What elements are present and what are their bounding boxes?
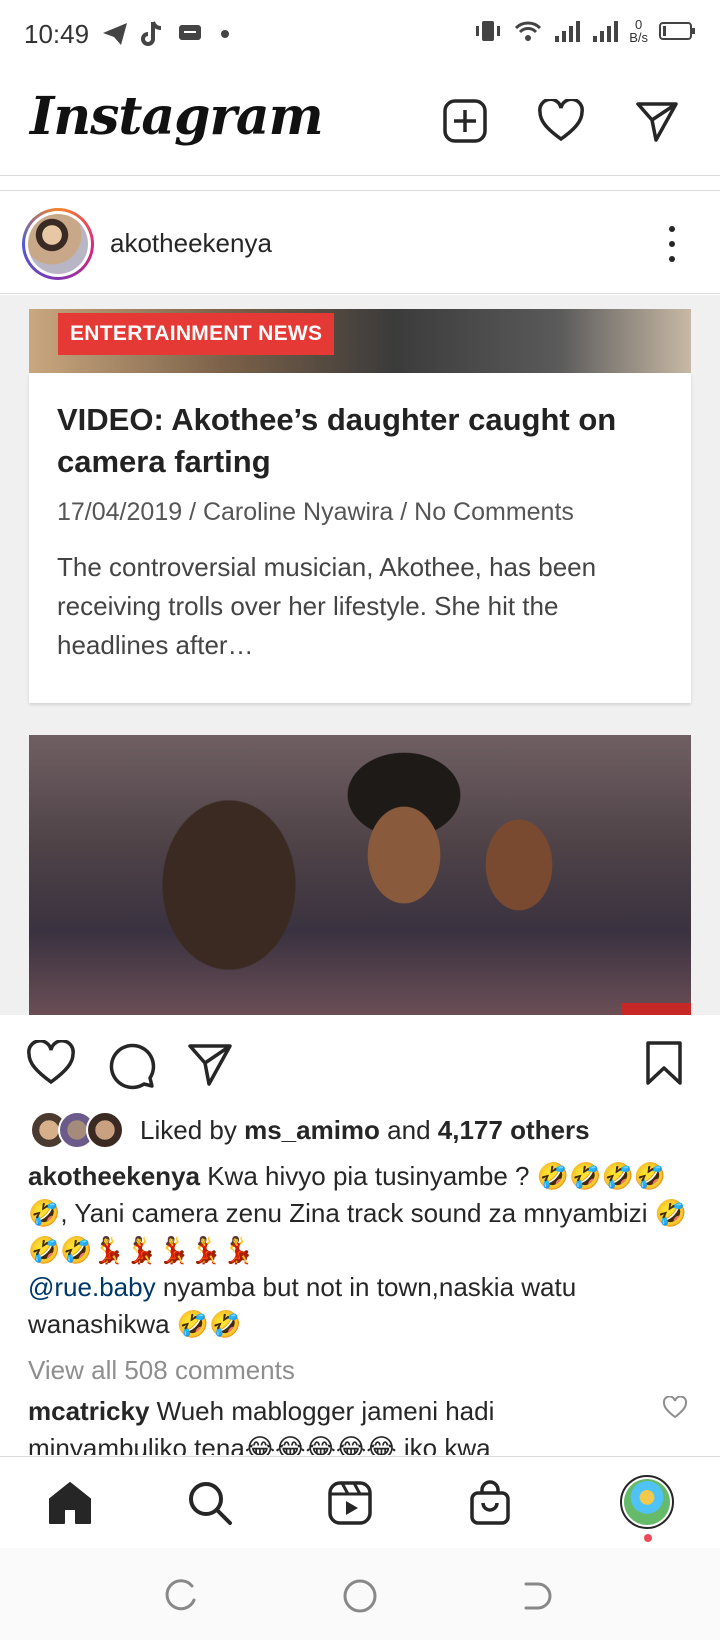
heart-icon [27,1039,75,1085]
author-avatar[interactable] [22,208,94,280]
bookmark-icon [646,1041,682,1085]
save-button[interactable] [644,1040,696,1092]
post-actions [0,1020,720,1100]
signal-2-icon [593,21,619,42]
dot-icon [221,30,230,38]
wifi-icon [515,21,542,41]
system-nav-bar [0,1548,720,1640]
nav-home[interactable] [46,1479,98,1531]
likes-count[interactable]: 4,177 others [438,1115,590,1145]
activity-button[interactable] [536,96,586,146]
liker-avatars [30,1111,126,1149]
comment-like-button[interactable] [662,1395,688,1422]
caption-username[interactable]: akotheekenya [28,1161,200,1191]
status-bar: 10:49 0 B/s [0,0,720,68]
search-icon [189,1482,232,1525]
app-header: Instagram [0,68,720,176]
likes-prefix: Liked by [140,1114,237,1145]
notification-dot [644,1534,652,1542]
telegram-icon [103,23,128,45]
post-author-username[interactable]: akotheekenya [110,228,272,259]
likes-conjunction: and [387,1114,431,1145]
back-system-button[interactable] [518,1578,554,1614]
status-time: 10:49 [24,18,90,49]
avatar [624,1479,670,1525]
post-header: akotheekenya [0,198,720,294]
circle-icon [343,1579,377,1613]
more-dot-icon [669,256,675,262]
recent-apps-button[interactable] [164,1578,200,1614]
post-media[interactable]: ENTERTAINMENT NEWS VIDEO: Akothee’s daug… [0,295,720,1015]
likes-text: Liked by ms_amimo and 4,177 others [140,1115,590,1146]
caption-mention[interactable]: @rue.baby [28,1272,156,1302]
bottom-nav [0,1456,720,1548]
more-options-button[interactable] [662,220,682,268]
more-dot-icon [669,241,675,247]
divider [0,190,720,191]
net-speed-unit: B/s [629,30,648,45]
like-button[interactable] [26,1039,78,1092]
heart-icon [538,99,584,142]
liker-username[interactable]: ms_amimo [244,1115,380,1145]
likes-row[interactable]: Liked by ms_amimo and 4,177 others [30,1108,590,1152]
category-badge: ENTERTAINMENT NEWS [58,313,335,355]
paper-plane-icon [188,1044,232,1086]
back-icon [524,1582,552,1610]
comment-button[interactable] [106,1040,158,1092]
avatar [86,1111,124,1149]
tiktok-icon [141,21,162,46]
signal-1-icon [555,21,581,42]
nav-reels[interactable] [326,1479,378,1531]
nav-shop[interactable] [466,1479,518,1531]
message-icon [179,25,202,40]
article-title: VIDEO: Akothee’s daughter caught on came… [57,402,617,479]
plus-square-icon [443,99,487,143]
article-meta: 17/04/2019 / Caroline Nyawira / No Comme… [57,498,574,526]
vibrate-icon [476,21,501,41]
article-card: VIDEO: Akothee’s daughter caught on came… [29,373,691,703]
nav-search[interactable] [186,1479,238,1531]
heart-icon [662,1395,688,1419]
comment-bubble-icon [109,1043,156,1090]
home-system-button[interactable] [342,1578,378,1614]
nav-profile[interactable] [620,1475,674,1529]
comment-preview: mcatricky Wueh mablogger jameni hadi min… [28,1393,648,1455]
paper-plane-icon [636,102,678,142]
net-speed: 0 B/s [629,18,648,44]
battery-icon [659,22,695,40]
post-caption: akotheekenya Kwa hivyo pia tusinyambe ? … [28,1158,688,1343]
instagram-logo[interactable]: Instagram [30,86,324,147]
article-excerpt: The controversial musician, Akothee, has… [57,552,597,660]
new-post-button[interactable] [440,96,490,146]
view-all-comments-link[interactable]: View all 508 comments [28,1355,295,1386]
more-dot-icon [669,226,675,232]
comment-username[interactable]: mcatricky [28,1396,149,1426]
share-button[interactable] [186,1040,238,1092]
recent-apps-icon [165,1579,196,1611]
article-photo [29,735,691,1015]
shopping-bag-icon [470,1480,510,1525]
reels-icon [328,1481,372,1525]
home-icon [49,1482,91,1524]
direct-messages-button[interactable] [632,96,682,146]
